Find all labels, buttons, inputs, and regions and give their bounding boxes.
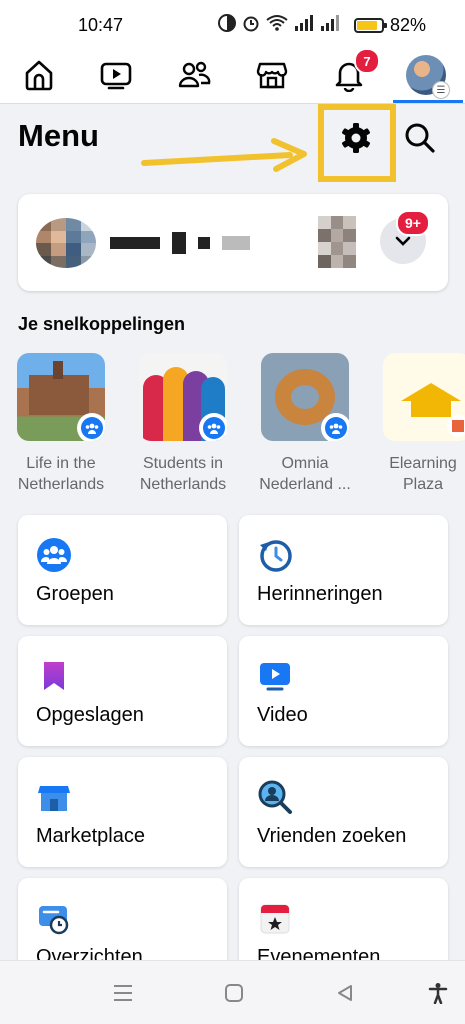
recent-apps-button[interactable] (109, 979, 137, 1007)
shortcut-label: Omnia Nederland ... (259, 455, 351, 493)
back-triangle-icon (338, 985, 352, 1001)
back-button[interactable] (331, 979, 359, 1007)
gear-icon (342, 123, 370, 153)
groups-icon (37, 538, 71, 572)
shortcut-thumbnail (383, 353, 465, 441)
saved-icon (44, 662, 64, 690)
shortcut-label: Life in the Netherlands (17, 455, 105, 493)
tile-marketplace[interactable]: Marketplace (18, 757, 227, 867)
video-icon (100, 62, 132, 90)
tile-label: Groepen (36, 583, 114, 605)
tile-memories[interactable]: Herinneringen (239, 515, 448, 625)
tile-label: Vrienden zoeken (257, 825, 407, 847)
page-title: Menu (18, 118, 99, 153)
home-button[interactable] (220, 979, 248, 1007)
menu-lines-icon (114, 985, 132, 1001)
top-nav: 7 ☰ (0, 46, 465, 104)
shortcut-students-in-netherlands[interactable]: Students in Netherlands (131, 353, 235, 495)
avatar: ☰ (406, 55, 450, 99)
friends-tab[interactable] (171, 52, 217, 98)
home-icon (25, 60, 53, 91)
tile-groups[interactable]: Groepen (18, 515, 227, 625)
group-badge (77, 413, 105, 441)
accessibility-button[interactable] (424, 979, 452, 1007)
shortcut-label: Elearning Plaza (389, 455, 457, 493)
annotation-arrow (141, 138, 307, 172)
video-tab[interactable] (93, 52, 139, 98)
shortcuts-row: Life in the Netherlands Students in Nether… (0, 353, 465, 503)
shortcut-elearning-plaza[interactable]: Elearning Plaza (375, 353, 465, 495)
redacted-name (110, 232, 250, 254)
system-nav-bar (0, 960, 465, 1024)
shortcut-label: Students in Netherlands (139, 455, 227, 493)
menu-lines-icon: ☰ (432, 81, 450, 99)
shortcut-thumbnail (139, 353, 227, 441)
home-tab[interactable] (16, 52, 62, 98)
settings-button[interactable] (336, 118, 376, 158)
tile-label: Opgeslagen (36, 704, 144, 726)
profile-card[interactable]: 9+ (18, 194, 448, 291)
tile-label: Herinneringen (257, 583, 383, 605)
notifications-tab[interactable]: 7 (326, 48, 380, 98)
status-bar: 10:47 82% (0, 0, 465, 46)
group-icon (329, 423, 343, 434)
square-icon (225, 984, 243, 1002)
marketplace-icon (38, 786, 70, 811)
search-icon (405, 123, 435, 153)
notification-badge: 7 (354, 48, 380, 74)
profile-avatar (36, 218, 96, 268)
tile-label: Video (257, 704, 308, 726)
marketplace-tab[interactable] (249, 52, 295, 98)
marketplace-icon (256, 62, 288, 89)
accessibility-icon (428, 983, 448, 1004)
shortcut-life-in-the-netherlands[interactable]: Life in the Netherlands (9, 353, 113, 495)
memories-icon (260, 540, 292, 572)
battery-icon (354, 18, 387, 33)
group-icon (85, 423, 99, 434)
tile-saved[interactable]: Opgeslagen (18, 636, 227, 746)
search-button[interactable] (400, 118, 440, 158)
group-badge (199, 413, 227, 441)
friends-icon (178, 61, 211, 88)
profile-menu-tab[interactable]: ☰ (403, 52, 450, 99)
group-icon (207, 423, 221, 434)
status-icons (218, 14, 340, 32)
group-badge (321, 413, 349, 441)
events-icon (260, 904, 290, 934)
shortcuts-title: Je snelkoppelingen (18, 314, 186, 334)
feeds-icon (39, 906, 69, 935)
vpn-icon (218, 14, 236, 32)
find-friends-icon (258, 780, 292, 814)
signal-icon-2 (321, 15, 339, 31)
shortcut-omnia-nederland[interactable]: Omnia Nederland ... (253, 353, 357, 495)
status-time: 10:47 (78, 15, 124, 35)
wifi-icon (266, 15, 288, 31)
tile-video[interactable]: Video (239, 636, 448, 746)
video-icon (260, 663, 290, 691)
shortcut-thumbnail (17, 353, 105, 441)
tile-find-friends[interactable]: Vrienden zoeken (239, 757, 448, 867)
alarm-icon (243, 16, 259, 32)
active-tab-indicator (393, 100, 463, 103)
tile-label: Marketplace (36, 825, 145, 847)
account-badge: 9+ (396, 210, 430, 236)
redacted-account (318, 216, 356, 268)
battery-percent: 82% (390, 15, 427, 35)
shortcut-thumbnail (261, 353, 349, 441)
signal-icon (295, 15, 313, 31)
chevron-down-icon (395, 236, 411, 246)
